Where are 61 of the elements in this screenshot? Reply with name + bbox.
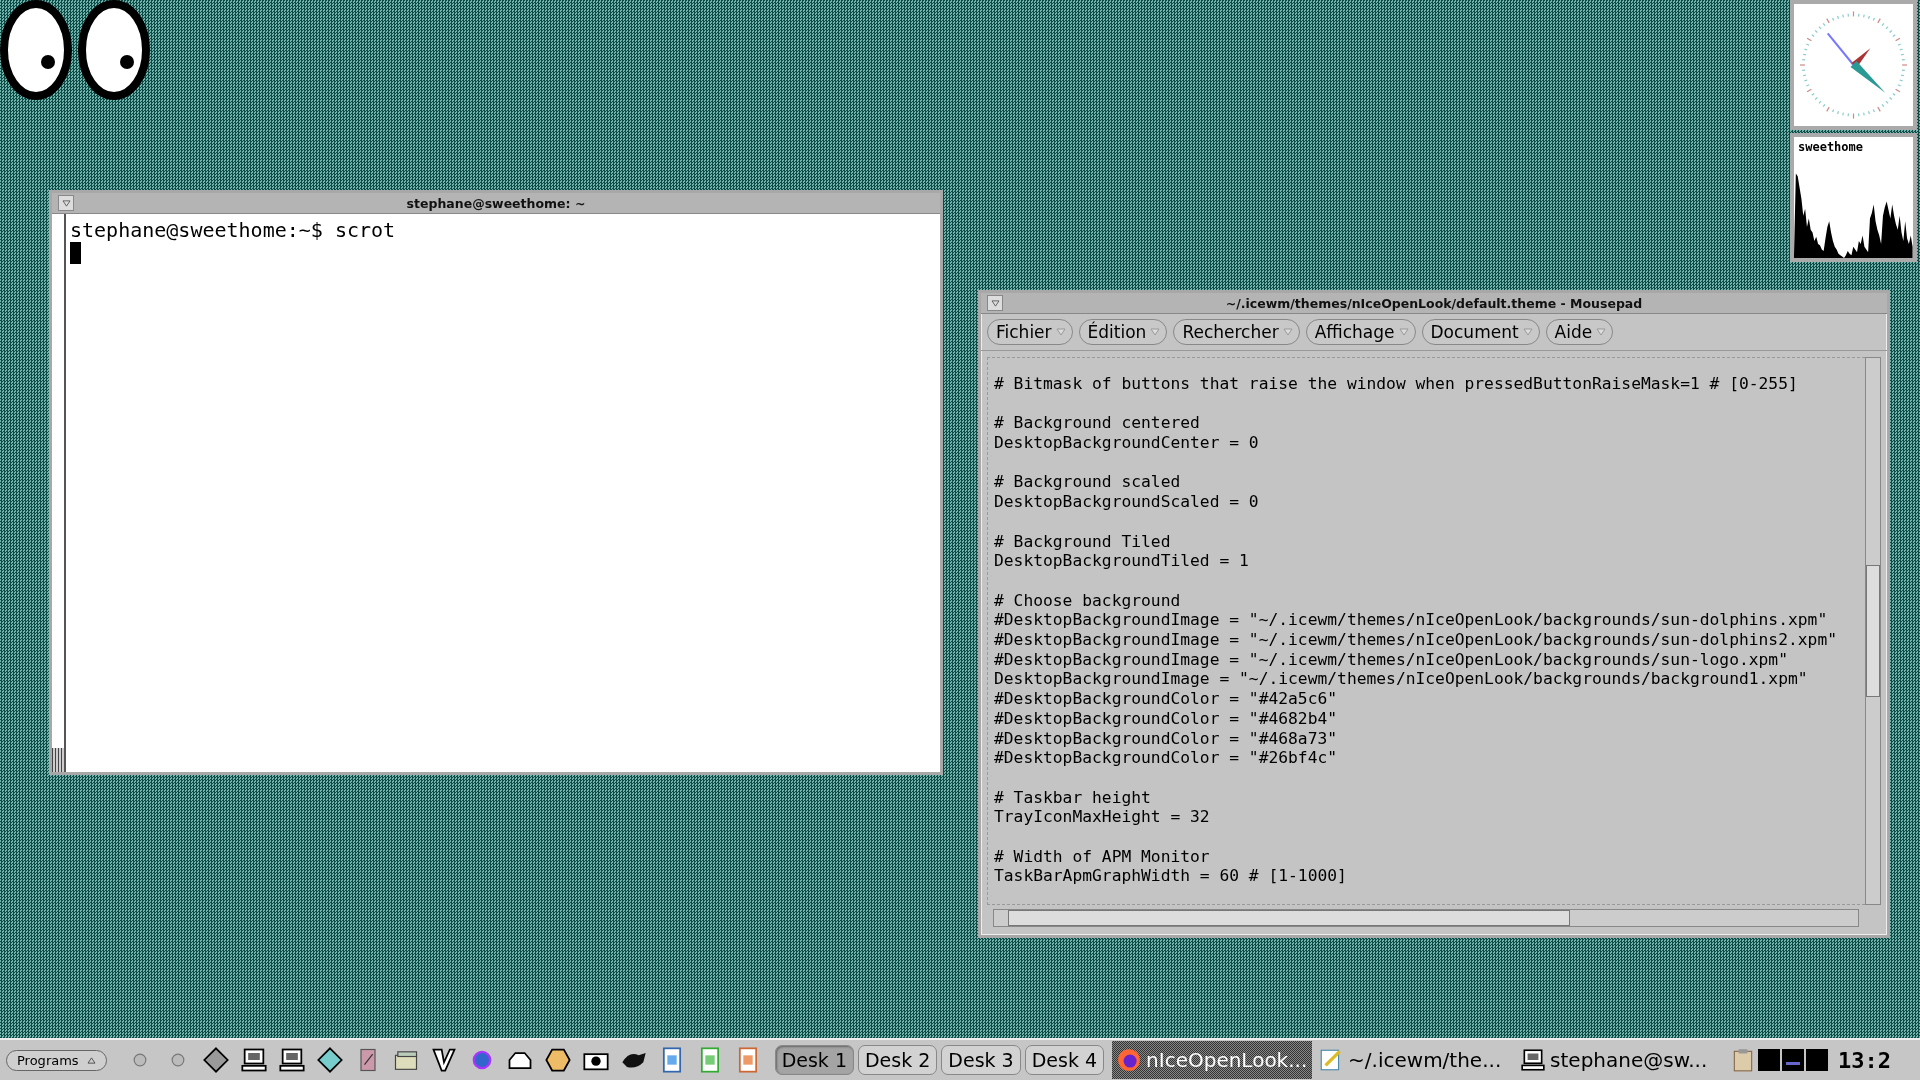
hexagon-icon [543, 1046, 572, 1074]
caret-icon [1398, 328, 1409, 336]
code-line: #DesktopBackgroundImage = "~/.icewm/themes/nIceOpenLook/backgrounds/sun-dolphins2.xpm" [994, 630, 1838, 650]
code-line: #DesktopBackgroundImage = "~/.icewm/themes/nIceOpenLook/backgrounds/sun-dolphins.xpm" [994, 610, 1829, 631]
code-line: DesktopBackgroundTiled = 1 [994, 551, 1250, 571]
code-line: #DesktopBackgroundColor = "#4682b4" [994, 708, 1339, 729]
caret-icon [1150, 328, 1161, 336]
code-line: DesktopBackgroundCenter = 0 [994, 433, 1260, 453]
code-line: # Choose background [994, 590, 1182, 611]
calculator-icon [315, 1046, 344, 1074]
caret-icon [1522, 328, 1533, 336]
terminal-line: stephane@sweethome:~$ scrot [70, 218, 396, 242]
vertical-scrollbar[interactable] [1865, 357, 1881, 905]
menu-button[interactable]: Aide [1545, 319, 1614, 345]
computer-icon [277, 1046, 306, 1074]
clock-text: 13:2 [1838, 1047, 1892, 1073]
computer-icon [239, 1046, 268, 1074]
menu-button[interactable]: Fichier [987, 319, 1073, 345]
menu-button[interactable]: Affichage [1305, 319, 1416, 345]
code-line: # Background Tiled [994, 531, 1172, 552]
code-line: #DesktopBackgroundImage = "~/.icewm/themes/nIceOpenLook/backgrounds/sun-logo.xpm" [994, 649, 1789, 670]
menu-button[interactable]: Édition [1078, 319, 1168, 345]
code-line: # Bitmask of buttons that raise the window when pressedButtonRaiseMask=1 # [0-255] [994, 374, 1799, 394]
code-line: # Width of APM Monitor [994, 846, 1211, 867]
programs-button[interactable]: Programs [6, 1049, 107, 1071]
network-monitor [1806, 1049, 1829, 1071]
window-title: stephane@sweethome: ~ [405, 195, 587, 211]
code-line: DesktopBackgroundImage = "~/.icewm/themes/nIceOpenLook/backgrounds/background1.xpm" [994, 669, 1809, 690]
window-title: ~/.icewm/themes/nIceOpenLook/default.theme - Mousepad [1224, 295, 1644, 311]
caret-icon [61, 199, 71, 207]
diamond-grid-icon [201, 1046, 230, 1074]
workspace-button[interactable]: Desk 2 [858, 1045, 938, 1075]
menu-button[interactable]: Rechercher [1173, 319, 1300, 345]
caret-icon [86, 1056, 96, 1064]
window-menu-button[interactable] [58, 195, 74, 211]
horizontal-scrollbar[interactable] [993, 909, 1859, 927]
caret-icon [990, 299, 1000, 307]
code-line: TrayIconMaxHeight = 32 [994, 807, 1211, 828]
globe-icon [1116, 1047, 1143, 1073]
computer-icon [1520, 1047, 1547, 1073]
code-line: # Background centered [994, 413, 1201, 434]
task-button[interactable]: nIceOpenLook... [1112, 1041, 1313, 1079]
code-line: DesktopBackgroundScaled = 0 [994, 492, 1260, 512]
workspace-button[interactable]: Desk 3 [941, 1045, 1021, 1075]
code-line: #DesktopBackgroundColor = "#26bf4c" [994, 748, 1339, 768]
code-line: #DesktopBackgroundColor = "#42a5c6" [994, 689, 1339, 709]
cpu-monitor [1758, 1049, 1781, 1071]
host-label: sweethome [1797, 139, 1865, 154]
workspace-button[interactable]: Desk 1 [774, 1045, 854, 1075]
workspace-button[interactable]: Desk 4 [1024, 1045, 1105, 1075]
code-line: # Taskbar height [994, 787, 1152, 808]
scrollbar[interactable] [52, 214, 66, 772]
caret-icon [1055, 328, 1066, 336]
code-line: TaskBarApmGraphWidth = 60 # [1-1000] [994, 866, 1348, 887]
code-line: #DesktopBackgroundColor = "#468a73" [994, 728, 1339, 749]
caret-icon [1596, 328, 1607, 336]
caret-icon [1282, 328, 1293, 336]
menu-button[interactable]: Document [1421, 319, 1540, 345]
memory-monitor [1782, 1049, 1805, 1071]
window-menu-button[interactable] [987, 295, 1003, 311]
code-line: # Background scaled [994, 472, 1182, 493]
